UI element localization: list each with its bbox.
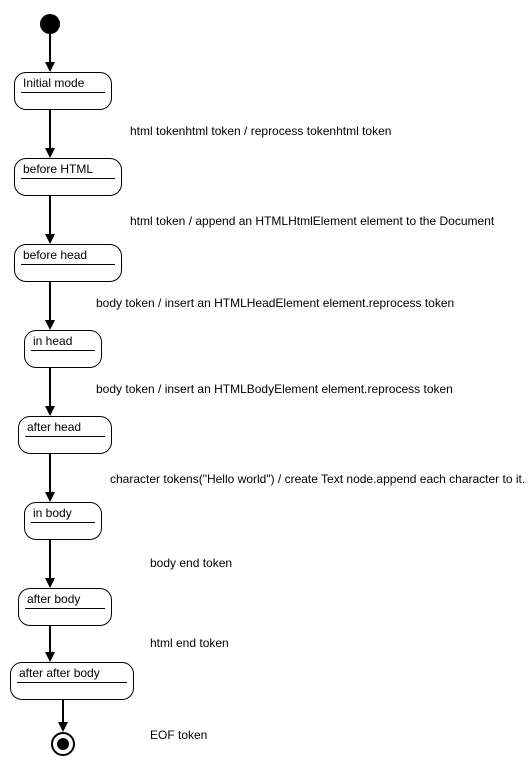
state-label: before head (15, 245, 121, 264)
edge-arrow (49, 282, 51, 322)
state-after-head: after head (18, 416, 112, 454)
state-after-after-body: after after body (10, 662, 134, 700)
edge-arrowhead (45, 492, 55, 502)
edge-label: html end token (150, 636, 229, 650)
edge-label: body end token (150, 556, 232, 570)
edge-arrow (49, 454, 51, 494)
state-before-head: before head (14, 244, 122, 282)
edge-arrow (49, 626, 51, 654)
edge-arrowhead (45, 148, 55, 158)
edge-arrow (49, 196, 51, 236)
state-after-body: after body (18, 588, 112, 626)
state-body (15, 93, 111, 109)
final-state-inner-icon (57, 738, 69, 750)
edge-arrowhead (45, 406, 55, 416)
edge-arrow (49, 540, 51, 580)
state-label: in body (25, 503, 101, 522)
edge-arrowhead (58, 722, 68, 732)
state-body (11, 683, 133, 699)
state-label: before HTML (15, 159, 121, 178)
state-body (15, 179, 121, 195)
edge-label: html token / append an HTMLHtmlElement e… (130, 214, 494, 228)
edge-arrowhead (45, 62, 55, 72)
edge-arrowhead (45, 578, 55, 588)
edge-arrow (49, 368, 51, 408)
state-label: after head (19, 417, 111, 436)
edge-label: html tokenhtml token / reprocess tokenht… (130, 124, 391, 138)
edge-arrowhead (45, 320, 55, 330)
initial-state-icon (40, 14, 60, 34)
edge-label: body token / insert an HTMLHeadElement e… (96, 296, 454, 310)
state-diagram: Initial mode html tokenhtml token / repr… (0, 0, 532, 769)
edge-arrowhead (45, 652, 55, 662)
edge-arrowhead (45, 234, 55, 244)
edge-label: body token / insert an HTMLBodyElement e… (96, 382, 453, 396)
state-before-html: before HTML (14, 158, 122, 196)
state-body (25, 351, 101, 367)
state-body (19, 609, 111, 625)
edge-label: EOF token (150, 728, 207, 742)
state-in-head: in head (24, 330, 102, 368)
state-body (25, 523, 101, 539)
edge-arrow (49, 34, 51, 64)
state-in-body: in body (24, 502, 102, 540)
state-initial-mode: Initial mode (14, 72, 112, 110)
state-label: Initial mode (15, 73, 111, 92)
state-label: after after body (11, 663, 133, 682)
edge-label: character tokens("Hello world") / create… (110, 472, 525, 486)
state-body (15, 265, 121, 281)
final-state-icon (51, 732, 75, 756)
state-label: in head (25, 331, 101, 350)
state-label: after body (19, 589, 111, 608)
state-body (19, 437, 111, 453)
edge-arrow (62, 700, 64, 724)
edge-arrow (49, 110, 51, 150)
